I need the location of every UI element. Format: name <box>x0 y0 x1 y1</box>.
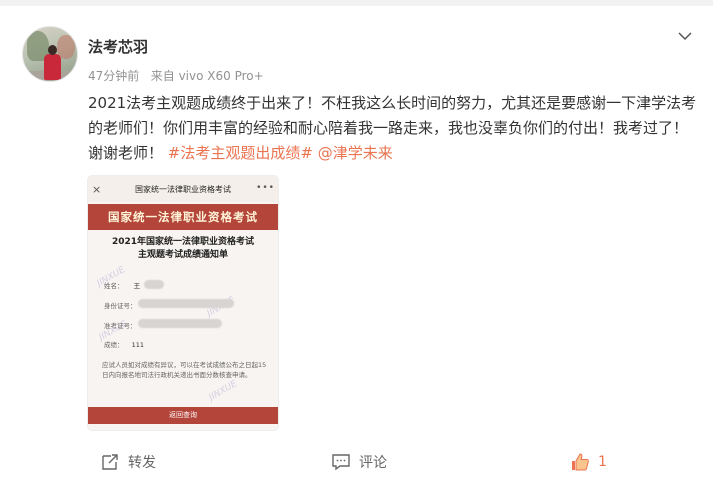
image-heading-line1: 2021年国家统一法律职业资格考试 <box>111 237 255 247</box>
redacted-exam-number <box>138 319 222 328</box>
image-row-score: 成绩： 111 <box>104 341 144 349</box>
score-value: 111 <box>131 341 144 349</box>
image-row-exam-number: 准考证号： <box>104 322 137 330</box>
repost-icon <box>102 454 118 470</box>
close-icon: × <box>92 183 102 196</box>
image-note: 应试人员如对成绩有异议，可以在考试成绩公布之日起15日内向报名地司法行政机关递出… <box>102 361 267 379</box>
mention-link[interactable]: @津学未来 <box>318 144 393 162</box>
chevron-down-icon[interactable] <box>677 28 693 44</box>
like-button[interactable]: 1 <box>570 452 607 472</box>
like-count: 1 <box>598 454 607 470</box>
post-text: 2021法考主观题成绩终于出来了！不枉我这么长时间的努力，尤其还是要感谢一下津学… <box>88 91 700 166</box>
image-topbar: × 国家统一法律职业资格考试 ••• <box>88 176 278 202</box>
comment-button[interactable]: 评论 <box>331 452 387 472</box>
post-time[interactable]: 47分钟前 <box>88 69 139 83</box>
username[interactable]: 法考芯羽 <box>88 36 148 57</box>
redacted-name <box>144 280 164 289</box>
image-query-button: 返回查询 <box>88 407 278 424</box>
image-banner: 国家统一法律职业资格考试 <box>88 204 278 230</box>
watermark: JINXUE <box>207 379 239 403</box>
user-avatar[interactable] <box>22 26 78 82</box>
post-meta: 47分钟前 来自 vivo X60 Pro+ <box>88 67 264 84</box>
hashtag-link[interactable]: #法考主观题出成绩# <box>168 144 313 162</box>
image-heading: 2021年国家统一法律职业资格考试 主观题考试成绩通知单 <box>88 236 278 262</box>
image-heading-line2: 主观题考试成绩通知单 <box>137 250 228 260</box>
weibo-post-card: 法考芯羽 47分钟前 来自 vivo X60 Pro+ 2021法考主观题成绩终… <box>0 6 713 488</box>
thumbs-up-icon <box>572 453 589 471</box>
repost-label: 转发 <box>128 455 156 471</box>
post-image[interactable]: × 国家统一法律职业资格考试 ••• 国家统一法律职业资格考试 2021年国家统… <box>88 176 278 430</box>
comment-label: 评论 <box>359 455 387 471</box>
image-topbar-title: 国家统一法律职业资格考试 <box>135 185 231 194</box>
redacted-id <box>138 299 234 308</box>
more-icon: ••• <box>256 183 275 193</box>
image-row-id: 身份证号： <box>104 302 137 310</box>
comment-icon <box>332 454 350 471</box>
action-bar: 转发 评论 1 <box>0 446 713 482</box>
image-row-name: 姓名： 王 <box>104 282 141 290</box>
repost-button[interactable]: 转发 <box>100 452 156 472</box>
post-source: 来自 vivo X60 Pro+ <box>150 69 264 83</box>
